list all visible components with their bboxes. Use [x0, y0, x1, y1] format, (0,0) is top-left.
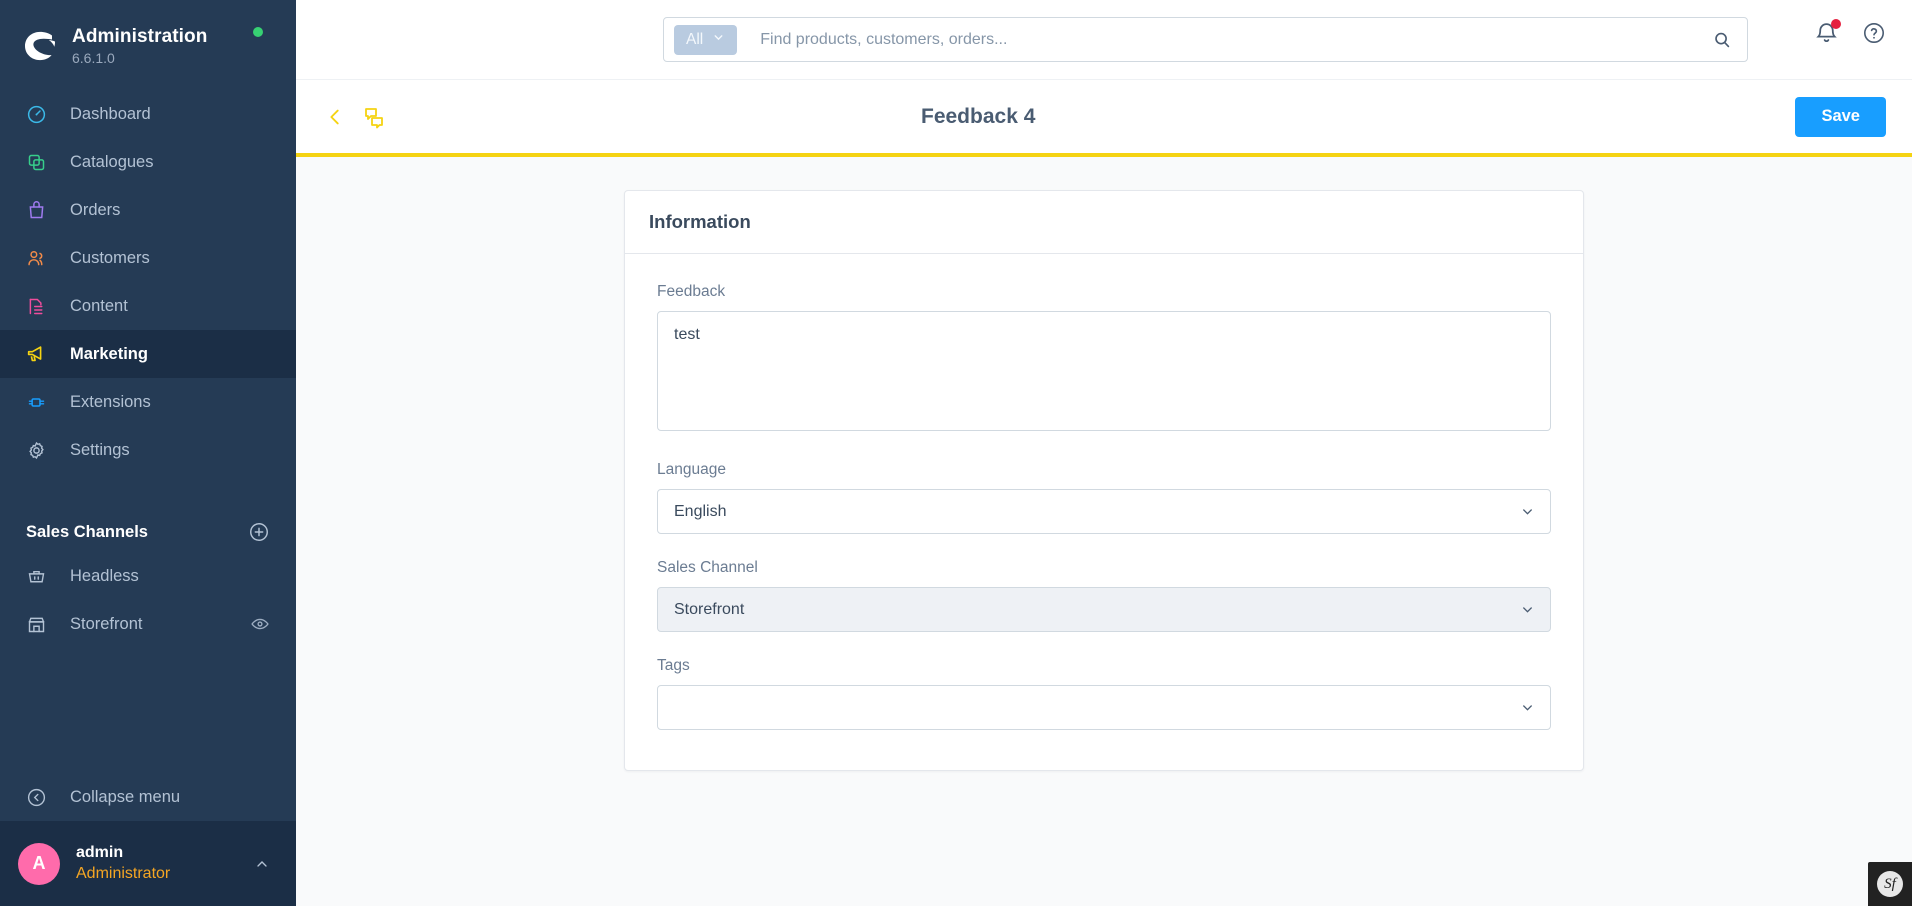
page-header: Feedback 4 Save	[296, 79, 1912, 153]
shop-icon	[24, 612, 48, 636]
feedback-textarea[interactable]	[657, 311, 1551, 431]
sales-channels-section-header: Sales Channels	[0, 512, 296, 552]
sales-channel-select[interactable]: Storefront	[657, 587, 1551, 632]
card-title: Information	[649, 211, 751, 232]
feedback-label: Feedback	[657, 283, 726, 300]
content-area: Information Feedback Language English	[296, 157, 1912, 906]
card-header: Information	[625, 191, 1583, 254]
tags-label: Tags	[657, 657, 690, 674]
user-role: Administrator	[76, 865, 171, 882]
topbar-actions	[1814, 19, 1886, 46]
notification-badge	[1831, 19, 1841, 29]
sidebar-item-label: Marketing	[70, 345, 148, 363]
search-scope-dropdown[interactable]: All	[674, 24, 738, 55]
user-profile-row[interactable]: A admin Administrator	[0, 821, 296, 906]
customers-icon	[24, 246, 48, 270]
chevron-down-icon	[1520, 700, 1536, 716]
collapse-menu-button[interactable]: Collapse menu	[0, 773, 296, 821]
sidebar-item-marketing[interactable]: Marketing	[0, 330, 296, 378]
sidebar-item-label: Storefront	[70, 614, 143, 633]
sidebar-item-extensions[interactable]: Extensions	[0, 378, 296, 426]
sales-channel-value: Storefront	[674, 600, 745, 618]
sidebar-item-label: Orders	[70, 201, 121, 219]
field-tags: Tags	[657, 657, 1551, 730]
content-icon	[24, 294, 48, 318]
search-input[interactable]	[737, 30, 1711, 49]
shopware-logo-icon	[22, 28, 58, 64]
brand-title: Administration	[72, 25, 208, 47]
global-search-bar: All	[663, 17, 1748, 62]
catalogues-icon	[24, 150, 48, 174]
chevron-down-icon	[712, 31, 725, 49]
brand-version: 6.6.1.0	[72, 49, 115, 66]
plus-circle-icon[interactable]	[248, 521, 270, 543]
app-root: Administration 6.6.1.0 Dashboard Catalog…	[0, 0, 1912, 906]
feedback-bubbles-icon[interactable]	[362, 105, 386, 129]
tags-select[interactable]	[657, 685, 1551, 730]
save-button[interactable]: Save	[1795, 96, 1886, 137]
sidebar-item-settings[interactable]: Settings	[0, 426, 296, 474]
symfony-logo-icon: Sf	[1877, 871, 1903, 897]
orders-icon	[24, 198, 48, 222]
search-scope-label: All	[686, 30, 704, 48]
dashboard-icon	[24, 102, 48, 126]
field-language: Language English	[657, 461, 1551, 534]
basket-icon	[24, 564, 48, 588]
marketing-icon	[24, 342, 48, 366]
field-feedback: Feedback	[657, 283, 1551, 436]
sidebar-item-label: Headless	[70, 566, 139, 585]
field-sales-channel: Sales Channel Storefront	[657, 559, 1551, 632]
language-select[interactable]: English	[657, 489, 1551, 534]
card-body: Feedback Language English Sale	[625, 254, 1583, 770]
eye-icon[interactable]	[250, 614, 270, 634]
caret-up-icon[interactable]	[254, 856, 270, 872]
sidebar-item-label: Extensions	[70, 393, 151, 411]
sidebar-item-label: Settings	[70, 441, 130, 459]
topbar: All	[296, 0, 1912, 79]
notifications-button[interactable]	[1814, 19, 1841, 46]
main-navigation: Dashboard Catalogues Orders Customers Co…	[0, 90, 296, 474]
search-icon[interactable]	[1711, 29, 1733, 51]
sidebar-item-label: Customers	[70, 249, 150, 267]
status-dot-online-icon	[253, 27, 263, 37]
sidebar: Administration 6.6.1.0 Dashboard Catalog…	[0, 0, 296, 906]
settings-icon	[24, 438, 48, 462]
sidebar-item-content[interactable]: Content	[0, 282, 296, 330]
information-card: Information Feedback Language English	[624, 190, 1584, 771]
chevron-left-icon[interactable]	[324, 106, 346, 128]
chevron-down-icon	[1520, 602, 1536, 618]
user-meta: admin Administrator	[76, 843, 254, 884]
language-label: Language	[657, 461, 726, 478]
sidebar-item-label: Content	[70, 297, 128, 315]
page-header-left	[296, 105, 386, 129]
sales-channel-label: Sales Channel	[657, 559, 758, 576]
sidebar-item-storefront[interactable]: Storefront	[0, 600, 296, 648]
sidebar-item-headless[interactable]: Headless	[0, 552, 296, 600]
chevron-down-icon	[1520, 504, 1536, 520]
symfony-profiler-toolbar[interactable]: Sf	[1868, 862, 1912, 906]
language-value: English	[674, 502, 727, 520]
help-circle-icon[interactable]	[1862, 21, 1886, 45]
sales-channels-title: Sales Channels	[26, 522, 148, 541]
page-title: Feedback 4	[921, 104, 1036, 128]
brand-header: Administration 6.6.1.0	[0, 0, 296, 78]
sidebar-item-catalogues[interactable]: Catalogues	[0, 138, 296, 186]
sidebar-item-customers[interactable]: Customers	[0, 234, 296, 282]
sidebar-item-label: Dashboard	[70, 105, 151, 123]
sidebar-item-label: Catalogues	[70, 153, 154, 171]
sidebar-item-orders[interactable]: Orders	[0, 186, 296, 234]
avatar: A	[18, 842, 60, 885]
collapse-left-icon	[24, 785, 48, 809]
user-name: admin	[76, 844, 124, 861]
extensions-icon	[24, 390, 48, 414]
main-area: All Find products, customers, orders... …	[296, 0, 1912, 906]
collapse-menu-label: Collapse menu	[70, 787, 181, 806]
sidebar-item-dashboard[interactable]: Dashboard	[0, 90, 296, 138]
